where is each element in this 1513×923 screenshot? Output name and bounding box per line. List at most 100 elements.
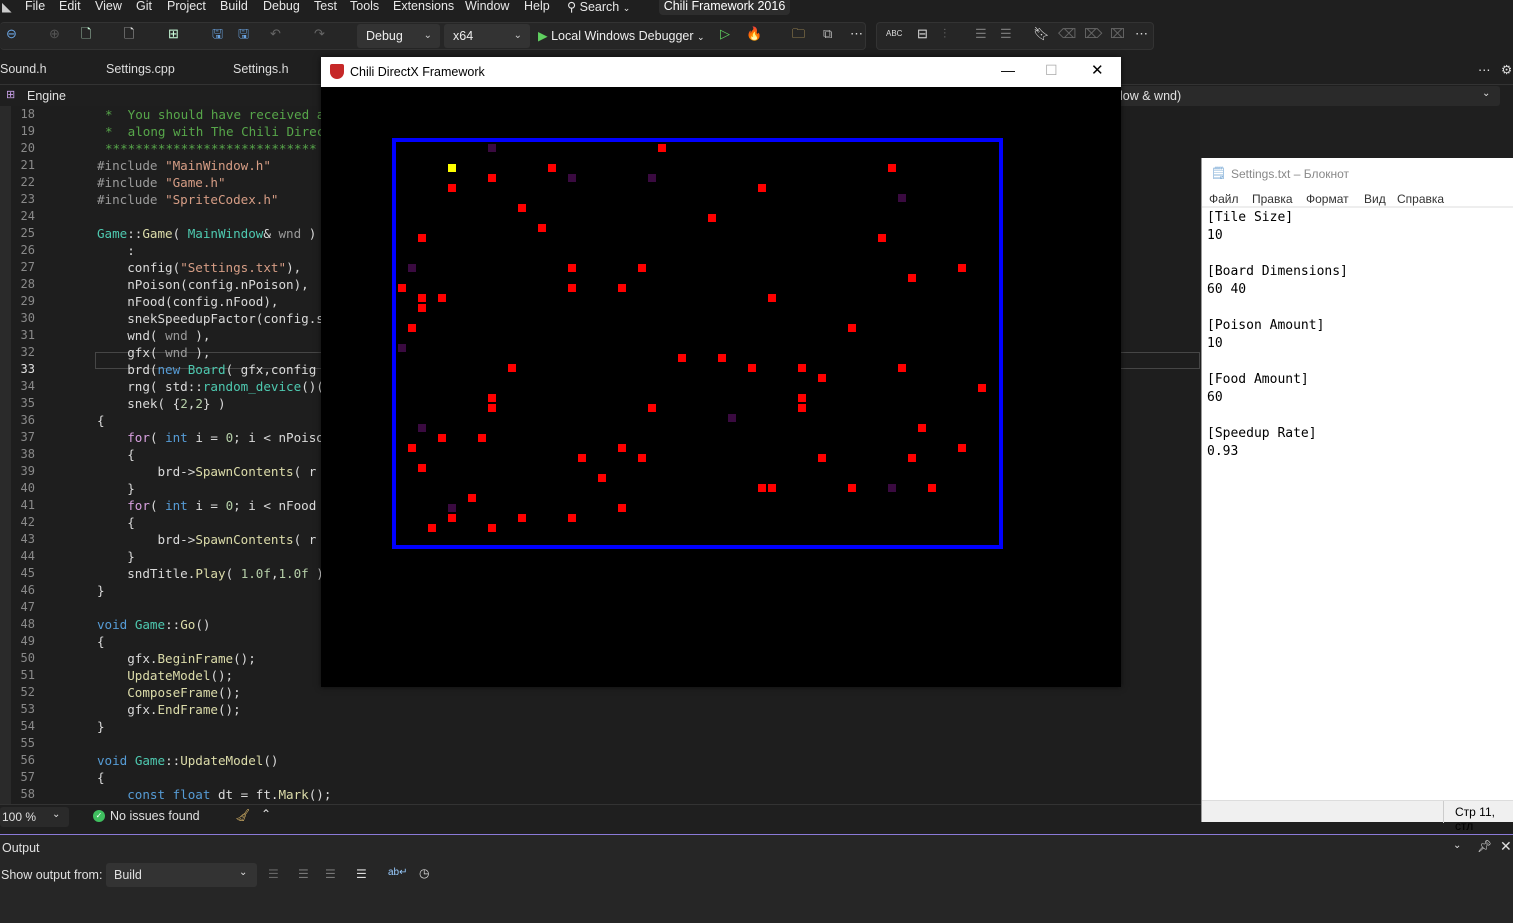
clear-all-icon[interactable]: ☰	[356, 867, 367, 881]
menu-test[interactable]: Test	[314, 0, 337, 13]
code-line[interactable]: for( int i = 0; i < nPoiso	[97, 430, 324, 445]
spellcheck-icon[interactable]: ABC	[886, 27, 902, 41]
code-line[interactable]: Game::Game( MainWindow& wnd )	[97, 226, 316, 241]
code-line[interactable]: snekSpeedupFactor(config.s	[97, 311, 324, 326]
tab-settings-h[interactable]: Settings.h	[233, 62, 289, 76]
code-line[interactable]: {	[97, 413, 105, 428]
save-all-icon[interactable]: 🖫	[238, 27, 249, 41]
notepad-text-area[interactable]: [Tile Size] 10 [Board Dimensions] 60 40 …	[1207, 209, 1348, 461]
code-line[interactable]: :	[97, 243, 135, 258]
next-message-icon[interactable]: ☰	[325, 867, 336, 881]
code-line[interactable]: for( int i = 0; i < nFood	[97, 498, 316, 513]
code-line[interactable]: nFood(config.nFood),	[97, 294, 278, 309]
close-button[interactable]: ✕	[1091, 61, 1104, 79]
tab-sound-h[interactable]: Sound.h	[0, 62, 47, 76]
platform-dropdown[interactable]: x64 ⌄	[444, 24, 530, 48]
code-line[interactable]: sndTitle.Play( 1.0f,1.0f )	[97, 566, 324, 581]
menu-project[interactable]: Project	[167, 0, 206, 13]
notepad-menu-format[interactable]: Формат	[1306, 192, 1349, 206]
code-line[interactable]: }	[97, 719, 105, 734]
tab-settings-cpp[interactable]: Settings.cpp	[106, 62, 175, 76]
code-line[interactable]: ****************************	[105, 141, 317, 156]
code-line[interactable]: {	[97, 447, 135, 462]
configuration-dropdown[interactable]: Debug ⌄	[357, 24, 440, 48]
issues-status[interactable]: No issues found	[110, 809, 200, 823]
code-line[interactable]: snek( {2,2} )	[97, 396, 225, 411]
code-line[interactable]: brd->SpawnContents( r	[97, 532, 316, 547]
code-line[interactable]: }	[97, 481, 135, 496]
code-line[interactable]: gfx.EndFrame();	[97, 702, 240, 717]
clear-bookmarks-icon[interactable]: ⌧	[1110, 27, 1125, 41]
code-line[interactable]: void Game::Go()	[97, 617, 210, 632]
navigate-back-icon[interactable]: ⊖	[6, 27, 17, 41]
clock-icon[interactable]: ◷	[419, 866, 429, 880]
uncomment-icon[interactable]: ⫶	[943, 27, 946, 41]
project-dropdown[interactable]: Engine	[27, 89, 66, 103]
code-line[interactable]: }	[97, 549, 135, 564]
notepad-menu-file[interactable]: Файл	[1209, 192, 1239, 206]
code-line[interactable]: wnd( wnd ),	[97, 328, 210, 343]
new-item-icon[interactable]: 🗋	[81, 27, 91, 41]
code-line[interactable]: config("Settings.txt"),	[97, 260, 301, 275]
bookmark-icon[interactable]: 🔖︎	[1033, 27, 1050, 41]
menu-git[interactable]: Git	[136, 0, 152, 13]
menu-tools[interactable]: Tools	[350, 0, 379, 13]
code-line[interactable]: {	[97, 634, 105, 649]
maximize-button[interactable]: ☐	[1045, 62, 1058, 79]
prev-bookmark-icon[interactable]: ⌫	[1058, 27, 1076, 41]
more-icon[interactable]: ⋯	[850, 27, 863, 41]
redo-icon[interactable]: ↷	[314, 27, 325, 41]
game-window[interactable]: Chili DirectX Framework — ☐ ✕	[321, 57, 1121, 687]
code-cleanup-icon[interactable]: 🧹︎	[235, 808, 250, 822]
code-line[interactable]: gfx( wnd ),	[97, 345, 210, 360]
pin-icon[interactable]: 📌︎	[1477, 839, 1492, 853]
code-line[interactable]: rng( std::random_device()(	[97, 379, 324, 394]
close-icon[interactable]: ✕	[1500, 838, 1512, 855]
indent-icon[interactable]: ☰	[1000, 27, 1012, 41]
chevron-down-icon[interactable]: ⌄	[1453, 840, 1461, 851]
menu-extensions[interactable]: Extensions	[393, 0, 454, 13]
comment-icon[interactable]: ⊟	[917, 27, 928, 41]
code-line[interactable]: UpdateModel();	[97, 668, 233, 683]
go-to-message-icon[interactable]: ☰	[268, 867, 279, 881]
output-source-dropdown[interactable]: Build ⌄	[106, 863, 257, 887]
previous-message-icon[interactable]: ☰	[298, 867, 309, 881]
notepad-menu-view[interactable]: Вид	[1364, 192, 1386, 206]
code-line[interactable]: {	[97, 515, 135, 530]
menu-view[interactable]: View	[95, 0, 122, 13]
minimize-button[interactable]: —	[1001, 62, 1015, 78]
menu-window[interactable]: Window	[465, 0, 509, 13]
start-without-debugging-icon[interactable]: ▷	[720, 27, 730, 41]
menu-help[interactable]: Help	[524, 0, 550, 13]
code-line[interactable]: #include "Game.h"	[97, 175, 226, 190]
code-line[interactable]: nPoison(config.nPoison),	[97, 277, 309, 292]
more-icon[interactable]: ⋯	[1135, 27, 1148, 41]
code-line[interactable]: brd(new Board( gfx,config	[97, 362, 316, 377]
window-icon[interactable]: ⧉	[823, 27, 832, 41]
menu-edit[interactable]: Edit	[59, 0, 81, 13]
navigate-forward-icon[interactable]: ⊕	[49, 27, 60, 41]
code-line[interactable]: const float dt = ft.Mark();	[97, 787, 331, 802]
menu-file[interactable]: File	[25, 0, 45, 13]
outdent-icon[interactable]: ☰	[975, 27, 987, 41]
gear-icon[interactable]: ⚙	[1501, 62, 1512, 77]
undo-icon[interactable]: ↶	[270, 27, 281, 41]
member-dropdown[interactable]: low & wnd) ⌄	[1110, 86, 1500, 106]
find-in-files-icon[interactable]: 🗀	[792, 27, 805, 41]
code-line[interactable]: brd->SpawnContents( r	[97, 464, 316, 479]
save-icon[interactable]: 🖫	[212, 27, 223, 41]
menu-build[interactable]: Build	[220, 0, 248, 13]
notepad-menu-edit[interactable]: Правка	[1252, 192, 1293, 206]
chevron-up-icon[interactable]: ⌃	[261, 807, 271, 821]
next-bookmark-icon[interactable]: ⌦	[1084, 27, 1102, 41]
code-line[interactable]: #include "MainWindow.h"	[97, 158, 271, 173]
notepad-window[interactable]: 🗒︎ Settings.txt – Блокнот Файл Правка Фо…	[1201, 158, 1513, 833]
more-icon[interactable]: ⋯	[1478, 62, 1491, 77]
code-line[interactable]: void Game::UpdateModel()	[97, 753, 279, 768]
notepad-menu-help[interactable]: Справка	[1397, 192, 1444, 206]
hot-reload-icon[interactable]: 🔥	[746, 27, 762, 41]
code-line[interactable]: ComposeFrame();	[97, 685, 240, 700]
zoom-dropdown[interactable]: 100 % ⌄	[0, 807, 69, 827]
code-line[interactable]: gfx.BeginFrame();	[97, 651, 256, 666]
word-wrap-icon[interactable]: ab↵	[388, 867, 408, 878]
